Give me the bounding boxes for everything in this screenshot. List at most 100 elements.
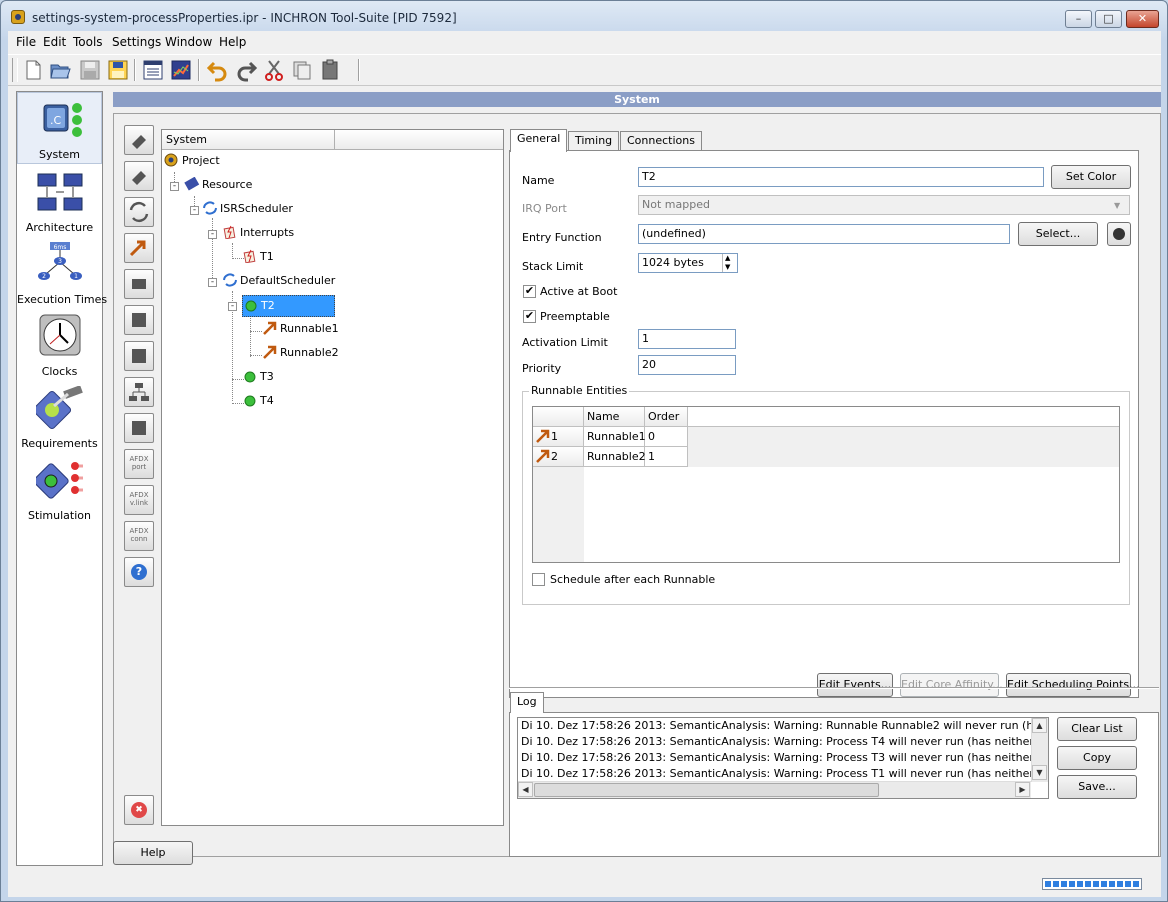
expander-interrupts[interactable]: -	[208, 230, 217, 239]
new-icon[interactable]	[21, 58, 45, 82]
log-line[interactable]: Di 10. Dez 17:58:26 2013: SemanticAnalys…	[521, 718, 1048, 734]
nav-item-architecture[interactable]: Architecture	[17, 164, 102, 236]
tree-node-runnable2[interactable]: Runnable2	[262, 344, 339, 362]
scheduler-button[interactable]	[124, 197, 154, 227]
expander-isr[interactable]: -	[190, 206, 199, 215]
properties-icon[interactable]	[141, 58, 165, 82]
clear-list-button[interactable]: Clear List	[1057, 717, 1137, 741]
tree-node-runnable1[interactable]: Runnable1	[262, 320, 339, 338]
afdx-port-button[interactable]: AFDX port	[124, 449, 154, 479]
table-cell-name[interactable]: Runnable2	[584, 447, 646, 467]
tree-node-resource[interactable]: Resource	[184, 176, 252, 194]
system-tree[interactable]: System - - - - - Project Resource ISRSch…	[161, 129, 504, 826]
scroll-up-icon[interactable]: ▲	[1032, 718, 1047, 733]
scroll-right-icon[interactable]: ▶	[1015, 782, 1030, 797]
strip-button-7[interactable]	[124, 341, 154, 371]
menu-window[interactable]: Window	[165, 35, 212, 49]
menu-settings[interactable]: Settings	[112, 35, 161, 49]
help-icon[interactable]: ?	[124, 557, 154, 587]
table-cell-order[interactable]: 1	[645, 447, 688, 467]
copy-button[interactable]: Copy	[1057, 746, 1137, 770]
afdx-vlink-button[interactable]: AFDX v.link	[124, 485, 154, 515]
maximize-button[interactable]: □	[1095, 10, 1122, 28]
nav-item-system[interactable]: .C System	[17, 92, 102, 164]
tab-connections[interactable]: Connections	[620, 131, 702, 151]
grid-header-order[interactable]: Order	[645, 407, 688, 427]
log-line[interactable]: Di 10. Dez 17:58:26 2013: SemanticAnalys…	[521, 766, 1048, 782]
tree-node-interrupts[interactable]: Interrupts	[222, 224, 294, 242]
tab-timing[interactable]: Timing	[568, 131, 620, 151]
menu-file[interactable]: File	[16, 35, 36, 49]
add-element-button[interactable]	[124, 125, 154, 155]
log-line[interactable]: Di 10. Dez 17:58:26 2013: SemanticAnalys…	[521, 750, 1048, 766]
close-button[interactable]: ✕	[1126, 10, 1159, 28]
redo-icon[interactable]	[234, 58, 258, 82]
scroll-left-icon[interactable]: ◀	[518, 782, 533, 797]
save-all-icon[interactable]	[106, 58, 130, 82]
menu-help[interactable]: Help	[219, 35, 246, 49]
scroll-thumb[interactable]	[534, 783, 879, 797]
log-line[interactable]: Di 10. Dez 17:58:26 2013: SemanticAnalys…	[521, 734, 1048, 750]
nav-item-requirements[interactable]: Requirements	[17, 380, 102, 452]
select-button[interactable]: Select...	[1018, 222, 1098, 246]
nav-item-stimulation[interactable]: Stimulation	[17, 452, 102, 524]
priority-field[interactable]: 20	[638, 355, 736, 375]
set-color-button[interactable]: Set Color	[1051, 165, 1131, 189]
add-item-button[interactable]	[124, 161, 154, 191]
schedule-each-checkbox[interactable]	[532, 573, 545, 586]
log-splitter[interactable]	[509, 687, 1159, 689]
active-at-boot-checkbox[interactable]: ✔	[523, 285, 536, 298]
table-cell-order[interactable]: 0	[645, 427, 688, 447]
open-icon[interactable]	[48, 58, 72, 82]
tree-node-t2[interactable]: T2	[242, 295, 335, 317]
chart-icon[interactable]	[169, 58, 193, 82]
help-button[interactable]: Help	[113, 841, 193, 865]
paste-icon[interactable]	[318, 58, 342, 82]
log-list[interactable]: Di 10. Dez 17:58:26 2013: SemanticAnalys…	[517, 717, 1049, 799]
strip-button-5[interactable]	[124, 269, 154, 299]
save-log-button[interactable]: Save...	[1057, 775, 1137, 799]
tree-column-divider[interactable]	[334, 130, 335, 150]
strip-button-9[interactable]	[124, 413, 154, 443]
toolbar-grip[interactable]	[12, 58, 18, 82]
tab-log[interactable]: Log	[510, 692, 544, 713]
table-cell-name[interactable]: Runnable1	[584, 427, 646, 447]
table-row-header[interactable]: 1	[533, 427, 584, 447]
tree-node-isr-scheduler[interactable]: ISRScheduler	[202, 200, 293, 218]
runnable-grid[interactable]: Name Order 1 Runnable1 0 2 Runnable2 1	[532, 406, 1120, 563]
grid-header-name[interactable]: Name	[584, 407, 645, 427]
tree-node-default-scheduler[interactable]: DefaultScheduler	[222, 272, 335, 290]
expander-default[interactable]: -	[208, 278, 217, 287]
log-vertical-scrollbar[interactable]: ▲ ▼	[1031, 718, 1048, 782]
remove-icon[interactable]: ✖	[124, 795, 154, 825]
copy-icon[interactable]	[290, 58, 314, 82]
menu-edit[interactable]: Edit	[43, 35, 66, 49]
expander-resource[interactable]: -	[170, 182, 179, 191]
tree-node-t4[interactable]: T4	[242, 392, 274, 410]
color-swatch-button[interactable]	[1107, 222, 1131, 246]
nav-item-execution-times[interactable]: 6ms 3 2 1 Execution Times	[17, 236, 107, 308]
preemptable-checkbox[interactable]: ✔	[523, 310, 536, 323]
tab-general[interactable]: General	[510, 129, 568, 152]
afdx-conn-button[interactable]: AFDX conn	[124, 521, 154, 551]
spin-up-icon[interactable]: ▲	[725, 254, 730, 262]
name-field[interactable]: T2	[638, 167, 1044, 187]
irq-port-select[interactable]: Not mapped	[638, 195, 1130, 215]
spin-down-icon[interactable]: ▼	[725, 263, 730, 271]
log-horizontal-scrollbar[interactable]: ◀ ▶	[518, 781, 1031, 798]
tree-column-system[interactable]: System	[166, 133, 207, 146]
activation-limit-field[interactable]: 1	[638, 329, 736, 349]
menu-tools[interactable]: Tools	[73, 35, 103, 49]
title-bar[interactable]: settings-system-processProperties.ipr - …	[1, 1, 1167, 31]
undo-icon[interactable]	[206, 58, 230, 82]
stack-spinner[interactable]: ▲ ▼	[722, 254, 736, 272]
expander-t2[interactable]: -	[228, 302, 237, 311]
save-icon[interactable]	[78, 58, 102, 82]
scroll-down-icon[interactable]: ▼	[1032, 765, 1047, 780]
runnable-button[interactable]	[124, 233, 154, 263]
hierarchy-button[interactable]	[124, 377, 154, 407]
cut-icon[interactable]	[262, 58, 286, 82]
nav-item-clocks[interactable]: Clocks	[17, 308, 102, 380]
entry-function-field[interactable]: (undefined)	[638, 224, 1010, 244]
tree-node-t3[interactable]: T3	[242, 368, 274, 386]
